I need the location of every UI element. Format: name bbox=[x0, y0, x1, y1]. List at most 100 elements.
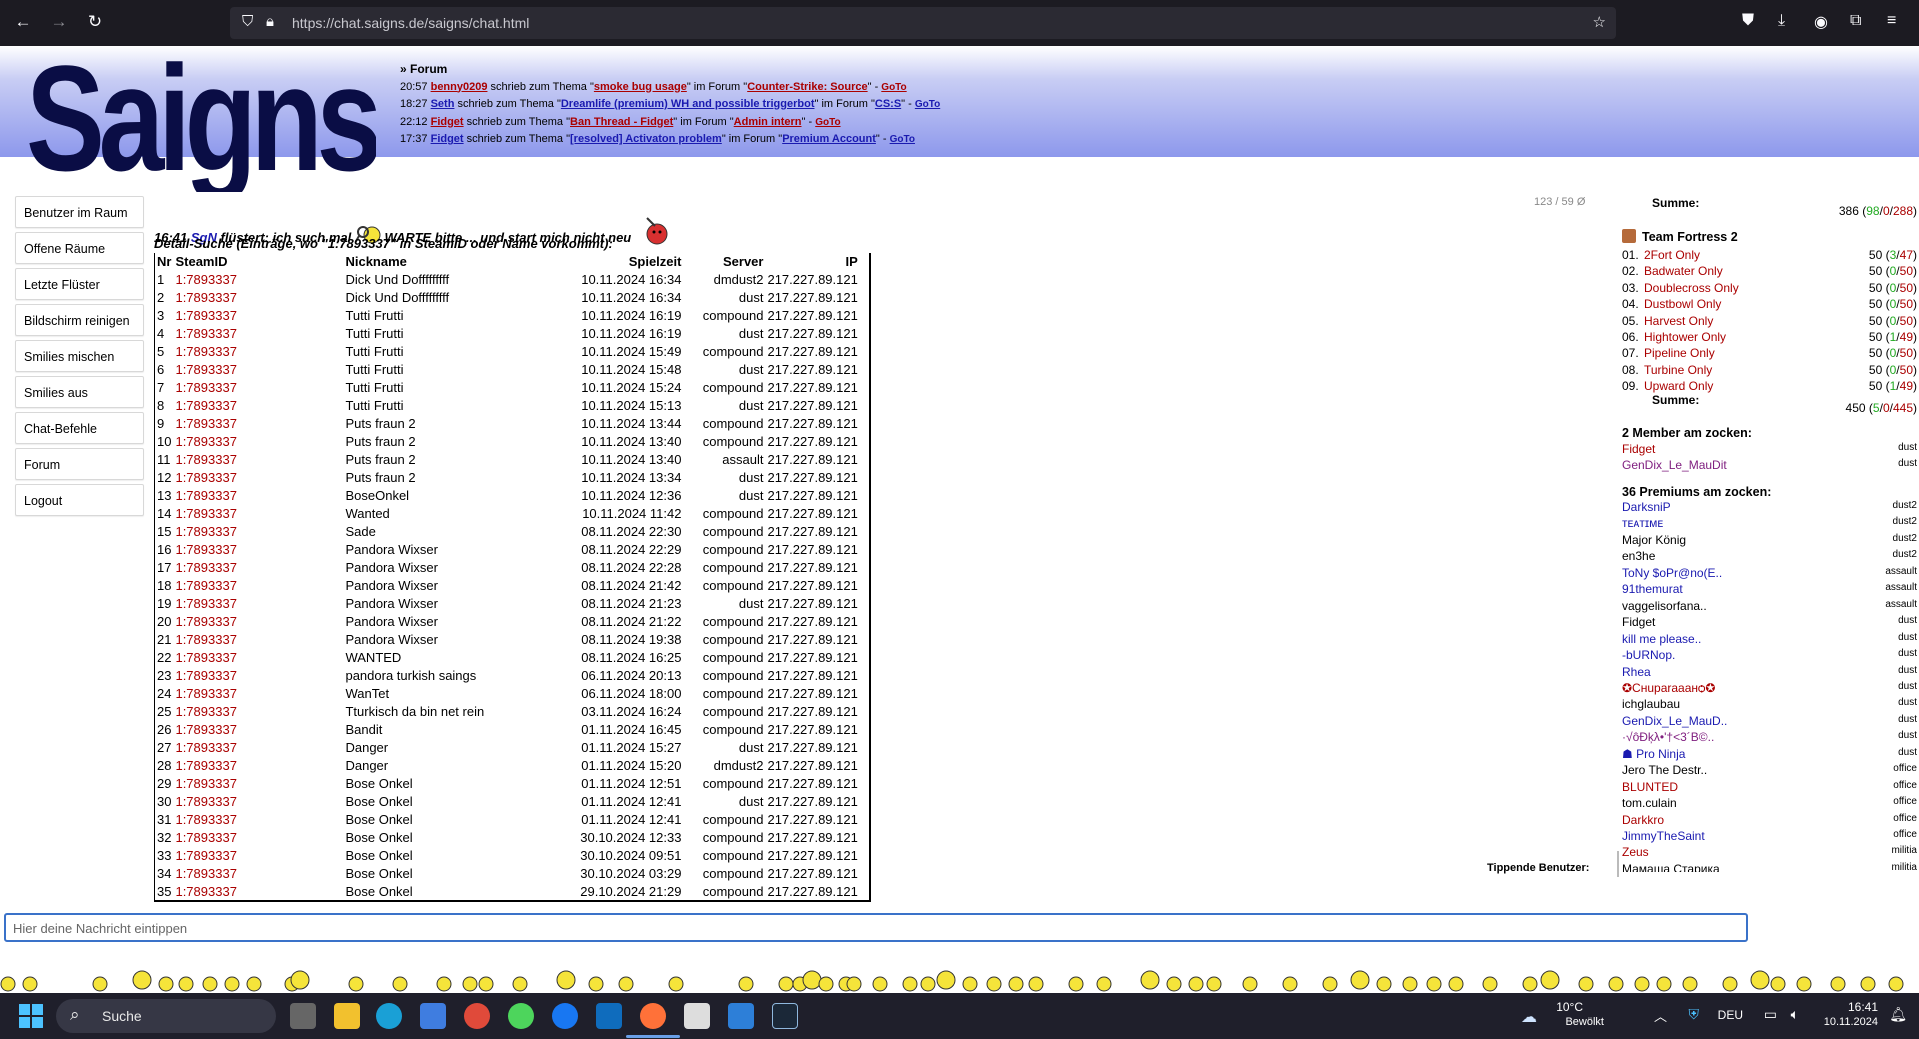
premium-row[interactable]: ☗ Pro Ninja dust bbox=[1622, 747, 1919, 763]
security-shield-icon[interactable]: ⛨ bbox=[1689, 1006, 1700, 1023]
smiley-icon[interactable] bbox=[512, 976, 528, 992]
smiley-icon[interactable] bbox=[618, 976, 634, 992]
url-text[interactable]: https://chat.saigns.de/saigns/chat.html bbox=[292, 15, 529, 31]
smiley-icon[interactable] bbox=[846, 976, 862, 992]
steamid-cell[interactable]: 1:7893337 bbox=[173, 666, 343, 684]
smiley-icon[interactable] bbox=[158, 976, 174, 992]
menu-icon[interactable]: ≡ bbox=[1887, 12, 1896, 30]
lock-icon[interactable]: 🔒︎ bbox=[266, 13, 274, 30]
smiley-icon[interactable] bbox=[802, 970, 822, 990]
premium-row[interactable]: Darkkro office bbox=[1622, 813, 1919, 829]
steamid-cell[interactable]: 1:7893337 bbox=[173, 612, 343, 630]
premium-row[interactable]: Zeus militia bbox=[1622, 845, 1919, 861]
chrome-icon[interactable] bbox=[464, 1003, 490, 1029]
steamid-cell[interactable]: 1:7893337 bbox=[173, 738, 343, 756]
smiley-icon[interactable] bbox=[22, 976, 38, 992]
steamid-cell[interactable]: 1:7893337 bbox=[173, 792, 343, 810]
smiley-icon[interactable] bbox=[290, 970, 310, 990]
smiley-icon[interactable] bbox=[778, 976, 794, 992]
steamid-cell[interactable]: 1:7893337 bbox=[173, 720, 343, 738]
premium-row[interactable]: ᴛᴇᴀᴛɪᴍᴇ dust2 bbox=[1622, 516, 1919, 532]
smiley-icon[interactable] bbox=[556, 970, 576, 990]
server-name[interactable]: Upward Only bbox=[1644, 379, 1713, 393]
smiley-icon[interactable] bbox=[392, 976, 408, 992]
smiley-icon[interactable] bbox=[178, 976, 194, 992]
premium-name[interactable]: ichglaubau bbox=[1622, 697, 1680, 711]
outlook-icon[interactable] bbox=[596, 1003, 622, 1029]
volume-icon[interactable]: 🔈︎ bbox=[1791, 1006, 1799, 1023]
member-row[interactable]: Fidget dust bbox=[1622, 442, 1919, 458]
forum-entry-user[interactable]: Fidget bbox=[431, 116, 464, 128]
extensions-icon[interactable]: ⧉ bbox=[1850, 12, 1861, 30]
smiley-icon[interactable] bbox=[436, 976, 452, 992]
smiley-icon[interactable] bbox=[1140, 970, 1160, 990]
forum-entry-user[interactable]: Seth bbox=[431, 98, 455, 110]
forum-entry-topic[interactable]: [resolved] Activaton problem bbox=[570, 133, 722, 145]
smiley-icon[interactable] bbox=[1008, 976, 1024, 992]
smiley-icon[interactable] bbox=[1770, 976, 1786, 992]
smiley-icon[interactable] bbox=[1682, 976, 1698, 992]
table-header[interactable]: Server bbox=[683, 253, 765, 270]
member-row[interactable]: GenDix_Le_MauDit dust bbox=[1622, 458, 1919, 474]
steamid-cell[interactable]: 1:7893337 bbox=[173, 702, 343, 720]
premium-name[interactable]: en3he bbox=[1622, 549, 1655, 563]
steamid-cell[interactable]: 1:7893337 bbox=[173, 450, 343, 468]
steamid-cell[interactable]: 1:7893337 bbox=[173, 774, 343, 792]
forum-goto-link[interactable]: GoTo bbox=[915, 99, 940, 110]
premium-name[interactable]: DarksniP bbox=[1622, 500, 1671, 514]
smiley-icon[interactable] bbox=[1860, 976, 1876, 992]
steam-icon[interactable] bbox=[772, 1003, 798, 1029]
steamid-cell[interactable]: 1:7893337 bbox=[173, 540, 343, 558]
premium-row[interactable]: ToNy $oPr@no(E.. assault bbox=[1622, 566, 1919, 582]
notification-bell-icon[interactable]: 🔔︎ bbox=[1889, 1006, 1907, 1023]
network-icon[interactable]: ▭ bbox=[1764, 1006, 1777, 1023]
smiley-icon[interactable] bbox=[1376, 976, 1392, 992]
smiley-icon[interactable] bbox=[1322, 976, 1338, 992]
premium-name[interactable]: tom.culain bbox=[1622, 796, 1677, 810]
server-name[interactable]: Harvest Only bbox=[1644, 314, 1713, 328]
menu-button-3[interactable]: Bildschirm reinigen bbox=[15, 304, 144, 336]
forum-entry-forum[interactable]: Admin intern bbox=[734, 116, 802, 128]
tf2-server-row[interactable]: 02. Badwater Only 50 (0/50) bbox=[1622, 264, 1919, 280]
premium-name[interactable]: ·√ôÐķλ•'†<3´B©.. bbox=[1622, 730, 1714, 744]
forum-entry-topic[interactable]: smoke bug usage bbox=[594, 81, 687, 93]
premium-row[interactable]: BLUNTED office bbox=[1622, 780, 1919, 796]
smiley-icon[interactable] bbox=[348, 976, 364, 992]
premium-row[interactable]: vaggelisorfana.. assault bbox=[1622, 599, 1919, 615]
clock-time[interactable]: 16:41 bbox=[1848, 1000, 1878, 1014]
member-name[interactable]: Fidget bbox=[1622, 442, 1655, 456]
tf2-server-row[interactable]: 01. 2Fort Only 50 (3/47) bbox=[1622, 248, 1919, 264]
smiley-icon[interactable] bbox=[1206, 976, 1222, 992]
steamid-cell[interactable]: 1:7893337 bbox=[173, 864, 343, 882]
steamid-cell[interactable]: 1:7893337 bbox=[173, 558, 343, 576]
menu-button-5[interactable]: Smilies aus bbox=[15, 376, 144, 408]
premium-row[interactable]: tom.culain office bbox=[1622, 796, 1919, 812]
back-icon[interactable]: ← bbox=[12, 12, 34, 32]
forum-entry-topic[interactable]: Ban Thread - Fidget bbox=[570, 116, 673, 128]
steamid-cell[interactable]: 1:7893337 bbox=[173, 756, 343, 774]
premium-name[interactable]: Мамаша Старика bbox=[1622, 862, 1720, 872]
steamid-cell[interactable]: 1:7893337 bbox=[173, 432, 343, 450]
tf2-server-row[interactable]: 06. Hightower Only 50 (1/49) bbox=[1622, 330, 1919, 346]
premium-row[interactable]: ·√ôÐķλ•'†<3´B©.. dust bbox=[1622, 730, 1919, 746]
server-name[interactable]: Turbine Only bbox=[1644, 363, 1712, 377]
premium-row[interactable]: ✪Cʜuparaaaнѻ✪ dust bbox=[1622, 681, 1919, 697]
smiley-icon[interactable] bbox=[246, 976, 262, 992]
smiley-icon[interactable] bbox=[1426, 976, 1442, 992]
steamid-cell[interactable]: 1:7893337 bbox=[173, 396, 343, 414]
tf2-server-row[interactable]: 04. Dustbowl Only 50 (0/50) bbox=[1622, 297, 1919, 313]
premium-name[interactable]: 91themurat bbox=[1622, 582, 1683, 596]
table-header[interactable]: SteamID bbox=[173, 253, 343, 270]
counter-strike-icon[interactable] bbox=[684, 1003, 710, 1029]
menu-button-2[interactable]: Letzte Flüster bbox=[15, 268, 144, 300]
forum-entry-forum[interactable]: Counter-Strike: Source bbox=[747, 81, 867, 93]
forum-entry-forum[interactable]: Premium Account bbox=[782, 133, 876, 145]
server-name[interactable]: Badwater Only bbox=[1644, 264, 1723, 278]
premium-name[interactable]: Darkkro bbox=[1622, 813, 1664, 827]
premium-row[interactable]: ichglaubau dust bbox=[1622, 697, 1919, 713]
table-header[interactable]: Nickname bbox=[343, 253, 573, 270]
server-name[interactable]: Dustbowl Only bbox=[1644, 297, 1721, 311]
server-name[interactable]: Hightower Only bbox=[1644, 330, 1726, 344]
menu-button-1[interactable]: Offene Räume bbox=[15, 232, 144, 264]
smiley-icon[interactable] bbox=[1634, 976, 1650, 992]
